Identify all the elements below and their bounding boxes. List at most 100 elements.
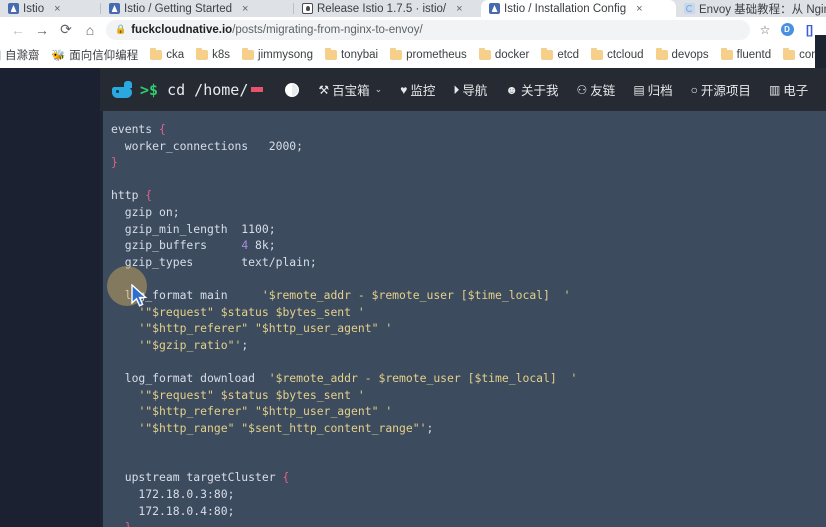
- url-text: fuckcloudnative.io/posts/migrating-from-…: [131, 24, 422, 36]
- github-favicon-icon: [302, 3, 313, 14]
- folder-icon: [591, 48, 604, 60]
- nav-label: 监控: [410, 84, 436, 98]
- nav-item-guidang[interactable]: ▤ 归档: [624, 80, 681, 99]
- browser-tab-active[interactable]: Istio / Installation Config ×: [481, 0, 676, 17]
- bookmark-label: docker: [494, 49, 530, 61]
- folder-icon: [324, 48, 337, 60]
- nav-item-jiankong[interactable]: ♥ 监控: [391, 80, 444, 99]
- chevron-down-icon: ⌄: [374, 84, 383, 94]
- address-bar[interactable]: 🔒 fuckcloudnative.io/posts/migrating-fro…: [106, 19, 750, 40]
- folder-icon: [655, 48, 668, 60]
- bookmark-label: 面向信仰编程: [69, 50, 139, 62]
- nav-label: 归档: [647, 84, 673, 98]
- bookmark-item[interactable]: devops: [650, 47, 715, 63]
- bookmark-star-icon[interactable]: ☆: [754, 19, 776, 41]
- person-icon: ☻: [505, 82, 519, 97]
- bookmark-item[interactable]: tonybai: [319, 47, 384, 63]
- folder-icon: [242, 48, 255, 60]
- istio-favicon-icon: [109, 3, 120, 14]
- bookmark-item[interactable]: docker: [473, 47, 536, 63]
- nav-item-kaiyuanxiangmu[interactable]: ○ 开源项目: [682, 80, 760, 99]
- bookmark-label: prometheus: [406, 49, 467, 61]
- terminal-prompt: >$ cd /home/: [140, 80, 264, 99]
- close-icon[interactable]: ×: [456, 3, 462, 15]
- nav-item-guanyuwo[interactable]: ☻ 关于我: [496, 80, 567, 99]
- lock-icon: 🔒: [115, 24, 127, 34]
- heart-icon: ♥: [400, 82, 408, 97]
- site-header: >$ cd /home/ ⚒ 百宝箱 ⌄ ♥ 监控 ⏵ 导航 ☻ 关于我 ⚇ 友…: [100, 68, 826, 111]
- folder-icon: [150, 48, 163, 60]
- bookmark-item[interactable]: jimmysong: [236, 47, 319, 63]
- generic-icon: [0, 49, 1, 61]
- bookmark-item[interactable]: cka: [144, 47, 190, 63]
- code-block[interactable]: events { worker_connections 2000; } http…: [103, 111, 826, 527]
- book-icon: ▥: [768, 82, 781, 97]
- istio-favicon-icon: [8, 3, 19, 14]
- nav-label: 开源项目: [700, 84, 751, 98]
- bookmark-label: ctcloud: [607, 49, 644, 61]
- bookmark-item[interactable]: etcd: [535, 47, 585, 63]
- browser-tab[interactable]: Envoy 基础教程：从 Nginx ×: [676, 0, 826, 17]
- bookmark-item[interactable]: 🐝 面向信仰编程: [46, 45, 145, 65]
- bookmark-item[interactable]: fluentd: [715, 47, 778, 63]
- extension-badge: D: [780, 23, 794, 36]
- page-content: >$ cd /home/ ⚒ 百宝箱 ⌄ ♥ 监控 ⏵ 导航 ☻ 关于我 ⚇ 友…: [0, 68, 826, 527]
- tab-title: Istio: [23, 2, 45, 15]
- theme-droplet-icon[interactable]: [285, 82, 300, 97]
- nav-item-baibaoxiang[interactable]: ⚒ 百宝箱 ⌄: [309, 80, 391, 99]
- bookmark-item[interactable]: k8s: [190, 47, 236, 63]
- nav-item-youlian[interactable]: ⚇ 友链: [568, 80, 625, 99]
- folder-icon: [390, 48, 403, 60]
- home-icon[interactable]: ⌂: [78, 19, 102, 41]
- nav-item-dianzi[interactable]: ▥ 电子: [760, 80, 817, 99]
- whale-logo-icon[interactable]: [112, 80, 132, 99]
- bookmark-label: 自滁齋: [5, 50, 40, 62]
- url-domain: fuckcloudnative.io: [131, 23, 233, 36]
- bookmark-item[interactable]: ctcloud: [585, 47, 649, 63]
- tab-title: Istio / Getting Started: [124, 2, 233, 15]
- tab-title: Release Istio 1.7.5 · istio/: [317, 2, 447, 15]
- window-edge-strip: [815, 35, 826, 68]
- tab-title: Istio / Installation Config: [504, 2, 627, 15]
- archive-icon: ▤: [633, 82, 645, 97]
- nav-label: 百宝箱: [332, 84, 370, 98]
- prompt-caret: [251, 87, 264, 92]
- tab-strip: Istio × Istio / Getting Started × Releas…: [0, 0, 826, 17]
- site-sidebar: [0, 68, 100, 527]
- browser-tab[interactable]: Istio / Getting Started ×: [101, 0, 293, 17]
- bookmark-label: etcd: [557, 49, 580, 61]
- bookmark-item[interactable]: prometheus: [384, 47, 473, 63]
- close-icon[interactable]: ×: [54, 3, 60, 15]
- prompt-command: cd /home/: [158, 80, 249, 99]
- bookmark-item[interactable]: 自滁齋: [0, 45, 46, 65]
- users-icon: ⚇: [576, 82, 588, 97]
- compass-icon: ⏵: [453, 82, 460, 97]
- browser-tab[interactable]: Istio ×: [0, 0, 100, 17]
- bookmarks-bar: 自滁齋 🐝 面向信仰编程 cka k8s jimmysong tonybai p…: [0, 42, 826, 68]
- forward-icon[interactable]: →: [30, 19, 54, 41]
- close-icon[interactable]: ×: [242, 3, 248, 15]
- back-icon[interactable]: ←: [6, 19, 30, 41]
- nav-label: 电子: [783, 84, 809, 98]
- browser-toolbar: ← → ⟳ ⌂ 🔒 fuckcloudnative.io/posts/migra…: [0, 17, 826, 42]
- browser-tab[interactable]: Release Istio 1.7.5 · istio/ ×: [294, 0, 481, 17]
- bookmark-label: tonybai: [340, 49, 379, 61]
- nav-item-daohang[interactable]: ⏵ 导航: [444, 80, 496, 99]
- nav-label: 导航: [462, 84, 488, 98]
- mouse-cursor-icon: [131, 284, 148, 307]
- bookmark-label: k8s: [212, 49, 231, 61]
- tab-title: Envoy 基础教程：从 Nginx: [699, 3, 826, 16]
- reload-icon[interactable]: ⟳: [54, 19, 78, 41]
- envoy-favicon-icon: [684, 3, 695, 14]
- code-content: events { worker_connections 2000; } http…: [111, 122, 578, 527]
- bookmark-label: fluentd: [736, 49, 772, 61]
- folder-icon: [196, 48, 209, 60]
- browser-chrome: Istio × Istio / Getting Started × Releas…: [0, 0, 826, 68]
- close-icon[interactable]: ×: [636, 3, 642, 15]
- bookmark-label: devops: [671, 49, 709, 61]
- extension-icon-d[interactable]: D: [776, 19, 798, 41]
- url-path: /posts/migrating-from-nginx-to-envoy/: [232, 23, 423, 36]
- extension-badge: []: [806, 22, 813, 37]
- tools-icon: ⚒: [318, 82, 330, 97]
- folder-icon: [783, 48, 796, 60]
